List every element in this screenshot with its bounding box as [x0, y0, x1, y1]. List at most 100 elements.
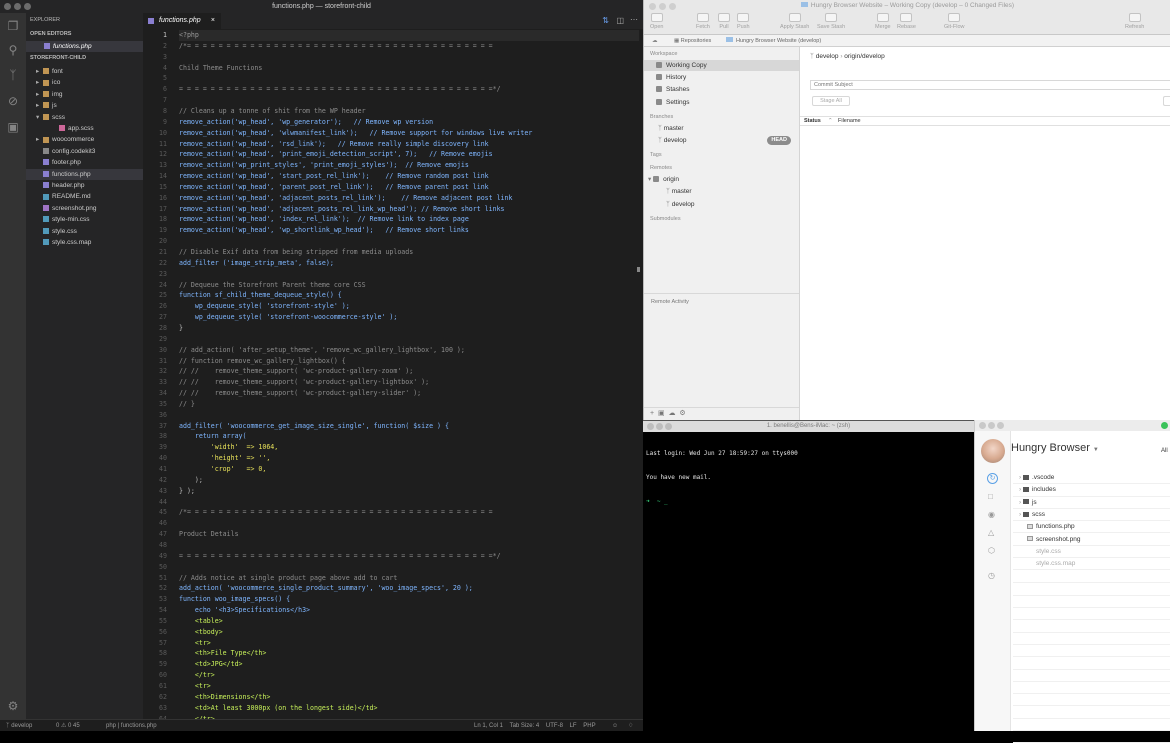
tree-item-font[interactable]: ▸ font — [26, 66, 143, 77]
code-line[interactable]: <?php — [179, 30, 639, 41]
tree-item-functions-php[interactable]: functions.php — [26, 168, 143, 180]
commit-subject-input[interactable] — [810, 80, 1170, 90]
open-editors-heading[interactable]: OPEN EDITORS — [30, 31, 71, 37]
code-line[interactable]: <th>Dimensions</th> — [179, 692, 270, 703]
tree-item-js[interactable]: ▸ js — [26, 100, 143, 111]
zoom-traffic-light[interactable] — [997, 422, 1004, 429]
settings-icon[interactable]: ◉ — [988, 510, 995, 519]
code-line[interactable]: remove_action('wp_head', 'wp_shortlink_w… — [179, 225, 469, 236]
search-icon[interactable]: ⚲ — [6, 43, 20, 57]
tree-item-scss[interactable]: ▾ scss — [26, 112, 143, 123]
code-line[interactable]: Child Theme Functions — [179, 63, 262, 74]
zoom-traffic-light[interactable] — [24, 3, 31, 10]
code-line[interactable]: <tbody> — [179, 627, 223, 638]
hungry-file-style-css-map[interactable]: style.css.map — [1013, 558, 1170, 571]
save-stash-button[interactable]: Save Stash — [817, 13, 845, 30]
code-line[interactable]: // // remove_theme_support( 'wc-product-… — [179, 366, 413, 377]
stage-all-button[interactable]: Stage All — [812, 96, 850, 106]
code-editor[interactable]: 1 <?php 2 /*= = = = = = = = = = = = = = = =… — [143, 29, 643, 719]
code-line[interactable]: add_action( 'woocommerce_single_product_… — [179, 583, 473, 594]
tree-item-readme-md[interactable]: README.md — [26, 191, 143, 202]
remote-origin[interactable]: ▾ origin — [644, 174, 799, 185]
code-line[interactable]: remove_action('wp_head', 'adjacent_posts… — [179, 193, 512, 204]
code-line[interactable]: function woo_image_specs() { — [179, 594, 290, 605]
code-line[interactable]: function sf_child_theme_dequeue_style() … — [179, 290, 342, 301]
code-line[interactable]: // Disable Exif data from being stripped… — [179, 247, 413, 258]
split-editor-icon[interactable]: ◫ — [616, 16, 624, 25]
code-line[interactable]: = = = = = = = = = = = = = = = = = = = = … — [179, 551, 501, 562]
tree-item-header-php[interactable]: header.php — [26, 180, 143, 191]
tree-item-style-css-map[interactable]: style.css.map — [26, 237, 143, 248]
remote-icon[interactable]: ☁ — [669, 410, 676, 417]
column-status[interactable]: Status — [804, 117, 821, 126]
breadcrumb-repo[interactable]: Hungry Browser Website (develop) — [726, 35, 821, 47]
code-line[interactable]: // Cleans up a tonne of shit from the WP… — [179, 106, 366, 117]
repo-icon[interactable]: ▣ — [658, 410, 665, 417]
hungry-file-screenshot-png[interactable]: screenshot.png — [1013, 534, 1170, 546]
git-flow-button[interactable]: Git-Flow — [944, 13, 964, 30]
hungry-file-includes[interactable]: › includes — [1013, 484, 1170, 497]
code-line[interactable]: <td>At least 3000px (on the longest side… — [179, 703, 378, 714]
hungry-title[interactable]: Hungry Browser ▼ — [1011, 442, 1099, 454]
code-line[interactable]: add_filter ('image_strip_meta', false); — [179, 258, 334, 269]
code-line[interactable]: // // remove_theme_support( 'wc-product-… — [179, 377, 429, 388]
code-line[interactable]: remove_action('wp_head', 'parent_post_re… — [179, 182, 489, 193]
inbox-icon[interactable]: □ — [988, 492, 993, 501]
code-line[interactable]: echo '<h3>Specifications</h3> — [179, 605, 310, 616]
branch-status[interactable]: ᛉ develop — [6, 720, 32, 732]
code-line[interactable]: // function remove_wc_gallery_lightbox()… — [179, 356, 346, 367]
tree-item-style-css[interactable]: style.css — [26, 226, 143, 237]
column-filename[interactable]: Filename — [838, 117, 861, 126]
extensions-icon[interactable]: ▣ — [6, 120, 20, 134]
upload-icon[interactable]: △ — [988, 528, 994, 537]
code-line[interactable]: <tr> — [179, 681, 211, 692]
code-line[interactable]: remove_action('wp_head', 'index_rel_link… — [179, 214, 469, 225]
code-line[interactable]: remove_action('wp_head', 'rsd_link'); //… — [179, 139, 489, 150]
code-line[interactable]: remove_action('wp_head', 'wp_generator')… — [179, 117, 433, 128]
code-line[interactable]: wp_dequeue_style( 'storefront-style' ); — [179, 301, 350, 312]
code-line[interactable]: <th>File Type</th> — [179, 648, 266, 659]
code-line[interactable]: remove_action('wp_head', 'print_emoji_de… — [179, 149, 493, 160]
code-line[interactable]: remove_action('wp_head', 'start_post_rel… — [179, 171, 489, 182]
code-line[interactable]: add_filter( 'woocommerce_get_image_size_… — [179, 421, 449, 432]
breadcrumb-repositories[interactable]: ▦ Repositories — [674, 35, 711, 47]
code-line[interactable]: // Dequeue the Storefront Parent theme c… — [179, 280, 366, 291]
refresh-button[interactable]: Refresh — [1125, 13, 1144, 30]
terminal-output[interactable]: Last login: Wed Jun 27 18:59:27 on ttys0… — [646, 434, 798, 522]
box-icon[interactable]: ⬡ — [988, 546, 995, 555]
zoom-traffic-light[interactable] — [665, 423, 672, 430]
tree-item-style-min-css[interactable]: style-min.css — [26, 214, 143, 225]
code-line[interactable]: } — [179, 323, 183, 334]
remote-branch-master[interactable]: ᛉ master — [644, 186, 799, 197]
tree-item-app-scss[interactable]: app.scss — [26, 123, 143, 134]
code-line[interactable]: ); — [179, 475, 203, 486]
avatar[interactable] — [981, 439, 1005, 463]
remote-branch-develop[interactable]: ᛉ develop — [644, 199, 799, 210]
code-line[interactable]: remove_action('wp_head', 'wlwmanifest_li… — [179, 128, 532, 139]
debug-icon[interactable]: ⊘ — [6, 94, 20, 108]
open-editor-item[interactable]: functions.php — [26, 41, 143, 52]
cloud-icon[interactable]: ☁ — [652, 35, 658, 47]
code-line[interactable]: // } — [179, 399, 195, 410]
branch-develop[interactable]: ᛉ develop HEAD — [644, 135, 799, 146]
pull-button[interactable]: Pull — [718, 13, 730, 30]
sidebar-item-stashes[interactable]: Stashes — [644, 84, 799, 95]
open-changes-icon[interactable]: ⇅ — [602, 16, 609, 25]
rebase-button[interactable]: Rebase — [897, 13, 916, 30]
sidebar-item-working-copy[interactable]: Working Copy — [644, 60, 799, 71]
sidebar-item-settings[interactable]: Settings — [644, 97, 799, 108]
code-line[interactable]: remove_action('wp_head', 'adjacent_posts… — [179, 204, 505, 215]
fetch-button[interactable]: Fetch — [696, 13, 710, 30]
hungry-all-label[interactable]: All — [1161, 448, 1168, 454]
open-button[interactable]: Open — [650, 13, 663, 30]
tree-item-screenshot-png[interactable]: screenshot.png — [26, 203, 143, 214]
code-line[interactable]: wp_dequeue_style( 'storefront-woocommerc… — [179, 312, 397, 323]
push-button[interactable]: Push — [737, 13, 750, 30]
code-line[interactable]: <tr> — [179, 638, 211, 649]
code-line[interactable]: // add_action( 'after_setup_theme', 'rem… — [179, 345, 465, 356]
more-actions-icon[interactable]: ⋯ — [630, 15, 638, 24]
source-control-icon[interactable]: ᛉ — [6, 68, 20, 82]
hungry-file-style-css[interactable]: style.css — [1013, 546, 1170, 559]
hungry-file-vscode[interactable]: › .vscode — [1013, 472, 1170, 485]
hungry-file-js[interactable]: › js — [1013, 497, 1170, 509]
